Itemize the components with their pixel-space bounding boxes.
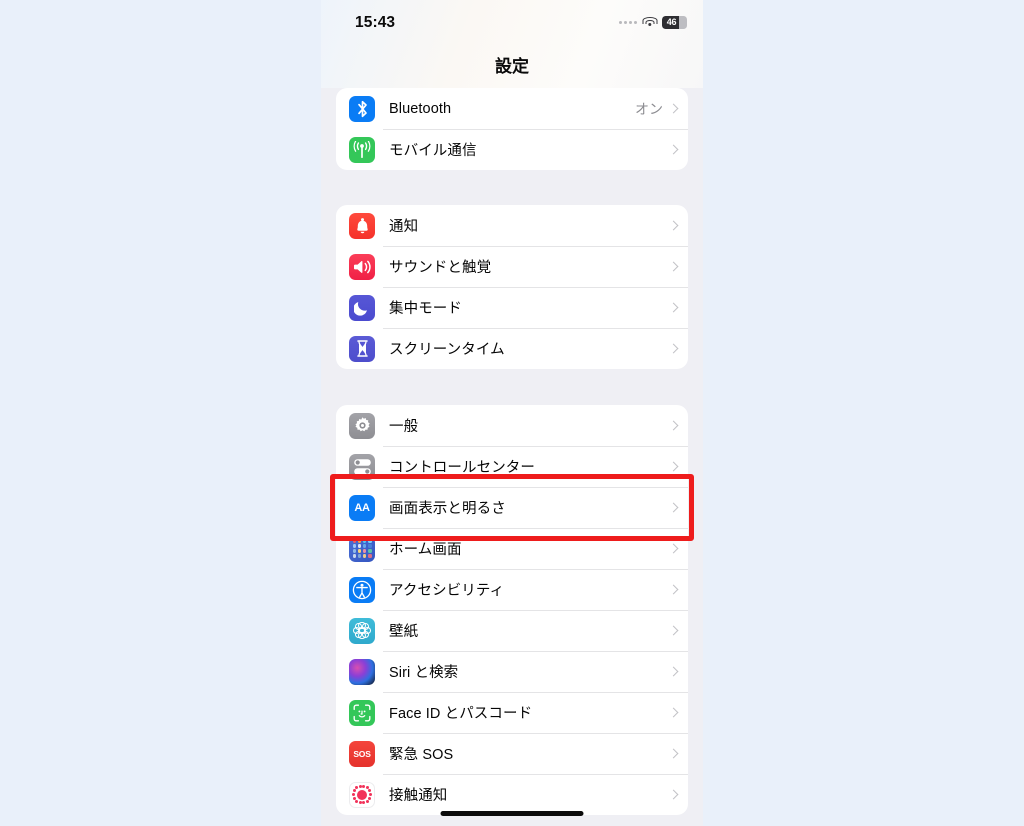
settings-row-label: コントロールセンター — [389, 460, 535, 476]
row-separator — [383, 610, 688, 611]
row-separator — [383, 129, 688, 130]
settings-row-label: Siri と検索 — [389, 665, 459, 681]
row-separator — [383, 287, 688, 288]
settings-row[interactable]: Face ID とパスコード — [336, 692, 688, 733]
cellular-icon — [349, 136, 375, 163]
chevron-right-icon — [668, 103, 679, 114]
row-separator — [383, 569, 688, 570]
row-separator — [383, 328, 688, 329]
settings-row[interactable]: Siri と検索 — [336, 651, 688, 692]
face-id-icon — [349, 699, 375, 726]
settings-row[interactable]: アクセシビリティ — [336, 569, 688, 610]
settings-row-label: 壁紙 — [389, 624, 419, 640]
row-separator — [383, 651, 688, 652]
chevron-right-icon — [668, 666, 679, 677]
chevron-right-icon — [668, 220, 679, 231]
row-separator — [383, 692, 688, 693]
settings-row[interactable]: ホーム画面 — [336, 528, 688, 569]
settings-row-label: 通知 — [389, 219, 419, 235]
settings-row-value: オン — [635, 100, 663, 117]
chevron-right-icon — [668, 261, 679, 272]
row-separator — [383, 733, 688, 734]
screen-time-hourglass-icon — [349, 335, 375, 362]
settings-row[interactable]: 一般 — [336, 405, 688, 446]
wallpaper-flower-icon — [349, 617, 375, 644]
settings-group-alerts: 通知サウンドと触覚 集中モードスクリーンタイム — [336, 205, 688, 369]
bluetooth-icon — [349, 95, 375, 122]
settings-row-label: 画面表示と明るさ — [389, 501, 506, 517]
display-brightness-aa-icon: AA — [349, 494, 375, 521]
iphone-screen: 15:43 46 設定 Bluetooth オンモバイル通信 通知サウンドと触覚 集中… — [321, 0, 703, 826]
control-center-toggles-icon — [349, 453, 375, 480]
settings-group-connectivity: Bluetooth オンモバイル通信 — [336, 88, 688, 170]
chevron-right-icon — [668, 748, 679, 759]
wifi-icon — [642, 16, 657, 28]
settings-row[interactable]: Bluetooth オン — [336, 88, 688, 129]
settings-row-label: ホーム画面 — [389, 542, 462, 558]
settings-row[interactable]: 接触通知 — [336, 774, 688, 815]
chevron-right-icon — [668, 302, 679, 313]
settings-row-label: スクリーンタイム — [389, 342, 505, 358]
settings-row[interactable]: AA 画面表示と明るさ — [336, 487, 688, 528]
settings-row[interactable]: 集中モード — [336, 287, 688, 328]
settings-row[interactable]: 通知 — [336, 205, 688, 246]
chevron-right-icon — [668, 461, 679, 472]
settings-row-label: サウンドと触覚 — [389, 260, 492, 276]
settings-row-label: 集中モード — [389, 301, 462, 317]
settings-row-label: 緊急 SOS — [389, 747, 454, 763]
battery-icon: 46 — [662, 15, 687, 29]
battery-percent-label: 46 — [666, 17, 677, 27]
chevron-right-icon — [668, 144, 679, 155]
chevron-right-icon — [668, 420, 679, 431]
settings-row[interactable]: サウンドと触覚 — [336, 246, 688, 287]
general-gear-icon — [349, 412, 375, 439]
focus-moon-icon — [349, 294, 375, 321]
row-separator — [383, 774, 688, 775]
chevron-right-icon — [668, 584, 679, 595]
row-separator — [383, 446, 688, 447]
row-separator — [383, 487, 688, 488]
notifications-bell-icon — [349, 212, 375, 239]
exposure-notifications-icon — [349, 781, 375, 808]
screenshot-canvas: 15:43 46 設定 Bluetooth オンモバイル通信 通知サウンドと触覚 集中… — [0, 0, 1024, 826]
accessibility-icon — [349, 576, 375, 603]
emergency-sos-icon: SOS — [349, 740, 375, 767]
siri-orb-icon — [349, 658, 375, 685]
status-bar-indicators: 46 — [619, 14, 687, 30]
settings-row-label: モバイル通信 — [389, 143, 477, 159]
settings-row-label: 接触通知 — [389, 788, 448, 804]
settings-row[interactable]: SOS 緊急 SOS — [336, 733, 688, 774]
chevron-right-icon — [668, 543, 679, 554]
settings-row-label: 一般 — [389, 419, 419, 435]
chevron-right-icon — [668, 789, 679, 800]
settings-row[interactable]: コントロールセンター — [336, 446, 688, 487]
chevron-right-icon — [668, 502, 679, 513]
sounds-speaker-icon — [349, 253, 375, 280]
status-bar-time: 15:43 — [355, 14, 396, 31]
chevron-right-icon — [668, 707, 679, 718]
settings-row[interactable]: 壁紙 — [336, 610, 688, 651]
settings-row-label: Bluetooth — [389, 100, 452, 117]
chevron-right-icon — [668, 625, 679, 636]
settings-list[interactable]: Bluetooth オン モバイル通信 通知 サウンドと触覚 集中モード スクリーンタイム一… — [321, 88, 703, 826]
chevron-right-icon — [668, 343, 679, 354]
settings-row-label: Face ID とパスコード — [389, 706, 533, 722]
settings-group-system: 一般コントロールセンター AA 画面表示と明るさ ホーム画面アクセシビリティ 壁紙 Sir… — [336, 405, 688, 815]
settings-row[interactable]: スクリーンタイム — [336, 328, 688, 369]
signal-dots-icon — [619, 20, 637, 24]
settings-row[interactable]: モバイル通信 — [336, 129, 688, 170]
row-separator — [383, 528, 688, 529]
row-separator — [383, 246, 688, 247]
settings-row-label: アクセシビリティ — [389, 583, 505, 599]
page-title: 設定 — [495, 57, 529, 76]
home-indicator — [440, 811, 584, 816]
home-screen-grid-icon — [349, 535, 375, 562]
